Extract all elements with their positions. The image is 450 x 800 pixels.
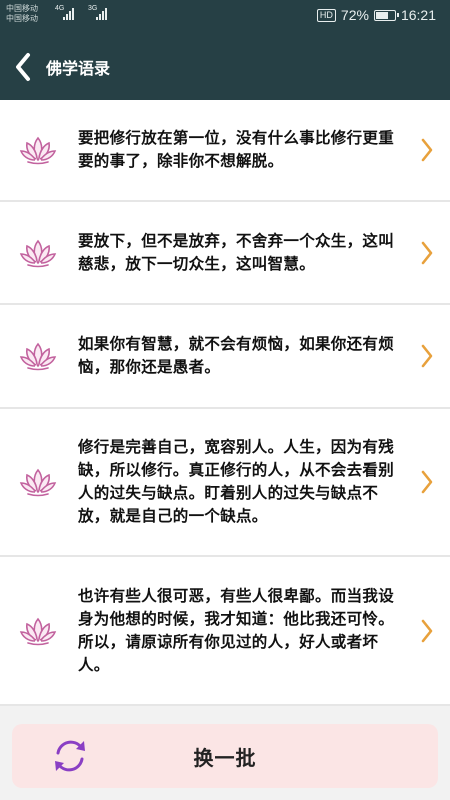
battery-icon <box>373 9 399 21</box>
lotus-icon <box>20 469 56 497</box>
back-button[interactable] <box>0 34 46 100</box>
lotus-icon <box>20 239 56 267</box>
quote-list: 要把修行放在第一位，没有什么事比修行更重要的事了，除非你不想解脱。 要放下，但不… <box>0 100 450 706</box>
status-right: HD 72% 16:21 <box>316 7 436 23</box>
chevron-right-icon <box>421 344 433 368</box>
status-bar: 中国移动 中国移动 4G 3G HD 72% 16:21 <box>0 0 450 34</box>
quote-item[interactable]: 也许有些人很可恶，有些人很卑鄙。而当我设身为他想的时候，我才知道：他比我还可怜。… <box>0 557 450 706</box>
chevron-right-icon <box>421 138 433 162</box>
quote-item[interactable]: 修行是完善自己，宽容别人。人生，因为有残缺，所以修行。真正修行的人，从不会去看别… <box>0 409 450 557</box>
chevron-right-icon <box>421 470 433 494</box>
carrier-2: 中国移动 <box>6 14 38 23</box>
hd-badge: HD <box>316 8 336 22</box>
carrier-1: 中国移动 <box>6 4 38 13</box>
chevron-right-icon <box>421 619 433 642</box>
battery-percent: 72% <box>340 7 369 23</box>
carrier-info: 中国移动 中国移动 <box>6 4 38 24</box>
lotus-icon <box>20 617 56 645</box>
quote-text: 修行是完善自己，宽容别人。人生，因为有残缺，所以修行。真正修行的人，从不会去看别… <box>78 438 395 525</box>
quote-text: 如果你有智慧，就不会有烦恼，如果你还有烦恼，那你还是愚者。 <box>78 335 395 376</box>
refresh-button[interactable]: 换一批 <box>12 724 438 788</box>
quote-text: 要放下，但不是放弃，不舍弃一个众生，这叫慈悲，放下一切众生，这叫智慧。 <box>78 231 395 273</box>
chevron-left-icon <box>16 53 30 81</box>
quote-text: 也许有些人很可恶，有些人很卑鄙。而当我设身为他想的时候，我才知道：他比我还可怜。… <box>78 586 395 674</box>
quote-item[interactable]: 要把修行放在第一位，没有什么事比修行更重要的事了，除非你不想解脱。 <box>0 100 450 202</box>
lotus-icon <box>20 343 56 371</box>
quote-text: 要把修行放在第一位，没有什么事比修行更重要的事了，除非你不想解脱。 <box>78 129 395 170</box>
quote-item[interactable]: 如果你有智慧，就不会有烦恼，如果你还有烦恼，那你还是愚者。 <box>0 305 450 409</box>
signal-2-icon: 3G <box>88 5 107 20</box>
quote-item[interactable]: 要放下，但不是放弃，不舍弃一个众生，这叫慈悲，放下一切众生，这叫智慧。 <box>0 202 450 305</box>
chevron-right-icon <box>421 241 433 264</box>
clock: 16:21 <box>400 7 436 23</box>
bottom-bar: 换一批 <box>0 708 450 800</box>
signal-1-icon: 4G <box>55 5 74 20</box>
network-type-1: 4G <box>55 5 65 12</box>
lotus-icon <box>20 137 56 165</box>
refresh-label: 换一批 <box>193 745 257 770</box>
network-type-2: 3G <box>88 5 98 12</box>
page-title: 佛学语录 <box>46 59 111 78</box>
app-bar: 佛学语录 <box>0 34 450 100</box>
